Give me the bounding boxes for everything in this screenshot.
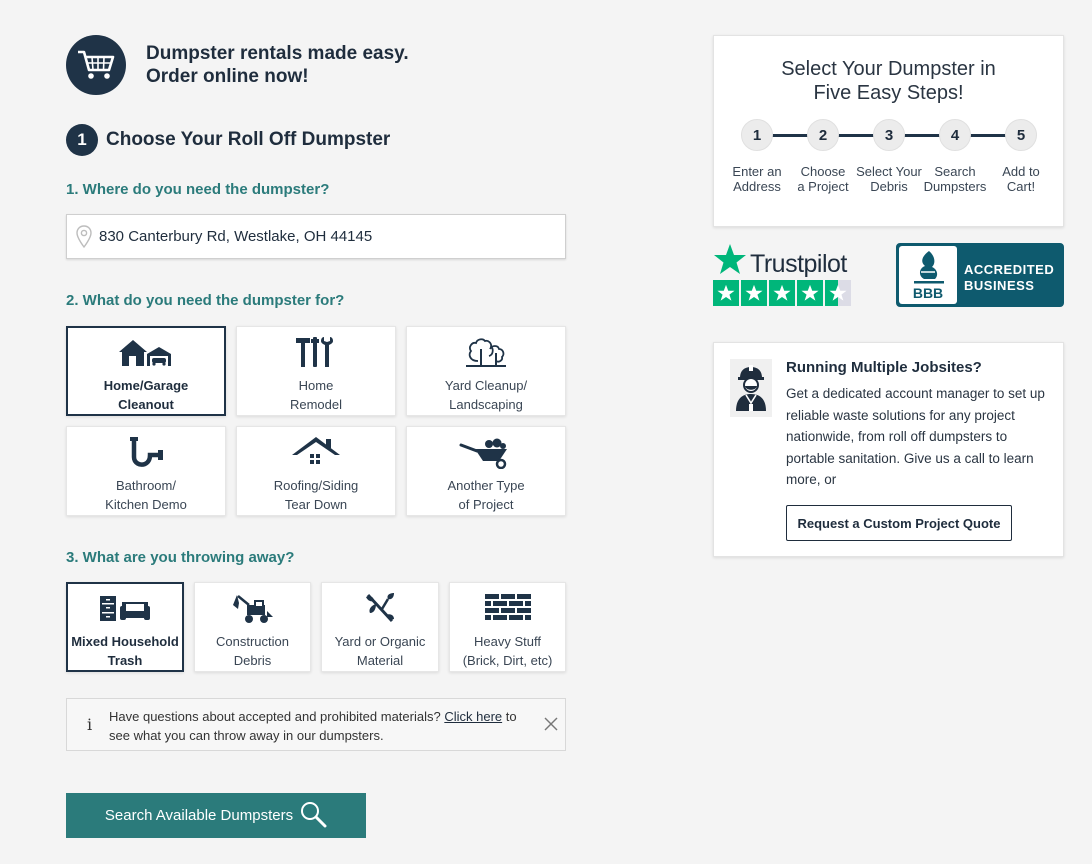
question-where-label: 1. Where do you need the dumpster? (66, 181, 330, 198)
project-tile-yard-cleanup[interactable]: Yard Cleanup/ Landscaping (406, 326, 566, 416)
debris-tile-heavy-stuff[interactable]: Heavy Stuff (Brick, Dirt, etc) (449, 582, 566, 672)
steps-title-line-1: Select Your Dumpster in (781, 58, 996, 80)
step-circle-2: 2 (807, 119, 839, 151)
five-steps-card: Select Your Dumpster in Five Easy Steps!… (713, 35, 1064, 227)
multiple-jobsites-card: Running Multiple Jobsites? Get a dedicat… (713, 342, 1064, 557)
question-what-for-label: 2. What do you need the dumpster for? (66, 292, 345, 309)
steps-title-line-2: Five Easy Steps! (813, 82, 964, 104)
jobs-body: Get a dedicated account manager to set u… (786, 386, 1045, 487)
address-field[interactable] (66, 214, 566, 259)
tile-label: Bathroom/ Kitchen Demo (105, 478, 187, 512)
click-here-link[interactable]: Click here (444, 709, 502, 724)
tile-label: Another Type of Project (447, 478, 525, 512)
tile-label: Home Remodel (289, 378, 343, 412)
project-tile-home-remodel[interactable]: Home Remodel (236, 326, 396, 416)
project-tile-another-type[interactable]: Another Type of Project (406, 426, 566, 516)
star-icon (797, 280, 823, 306)
debris-tile-construction[interactable]: Construction Debris (194, 582, 311, 672)
close-icon[interactable] (544, 717, 558, 731)
shopping-cart-icon (66, 35, 126, 95)
furniture-icon (98, 589, 152, 628)
step-heading: 1 Choose Your Roll Off Dumpster (66, 124, 390, 156)
magnifier-icon (299, 800, 327, 832)
step-label-2: Choose a Project (797, 164, 849, 194)
bbb-logo-icon: BBB (899, 246, 957, 304)
project-tile-home-garage-cleanout[interactable]: Home/Garage Cleanout (66, 326, 226, 416)
step-label-4: Search Dumpsters (923, 164, 987, 194)
step-circle-1: 1 (741, 119, 773, 151)
tile-label: Roofing/Siding Tear Down (273, 478, 359, 512)
step-number-badge: 1 (66, 124, 98, 156)
tile-label: Yard or Organic Material (334, 634, 426, 668)
debris-tile-yard-organic[interactable]: Yard or Organic Material (321, 582, 439, 672)
materials-info-box: i Have questions about accepted and proh… (66, 698, 566, 751)
half-star-icon (825, 280, 851, 306)
tile-label: Mixed Household Trash (71, 634, 179, 668)
address-input[interactable] (99, 228, 539, 245)
project-tile-roofing-siding[interactable]: Roofing/Siding Tear Down (236, 426, 396, 516)
step-label-5: Add to Cart! (1002, 164, 1040, 194)
tile-label: Home/Garage Cleanout (103, 378, 189, 412)
bbb-text: ACCREDITED BUSINESS (964, 262, 1055, 293)
tile-label: Construction Debris (216, 634, 289, 668)
roof-icon (290, 432, 342, 472)
request-custom-quote-button[interactable]: Request a Custom Project Quote (786, 505, 1012, 541)
location-pin-icon (75, 224, 93, 250)
info-text: Have questions about accepted and prohib… (109, 707, 539, 745)
star-icon (741, 280, 767, 306)
step-title: Choose Your Roll Off Dumpster (106, 129, 391, 150)
trustpilot-wordmark: Trustpilot (750, 250, 847, 278)
trustpilot-rating-stars (713, 280, 853, 306)
tools-icon (294, 332, 338, 372)
project-tile-bathroom-kitchen[interactable]: Bathroom/ Kitchen Demo (66, 426, 226, 516)
tile-label: Heavy Stuff (Brick, Dirt, etc) (462, 634, 553, 668)
house-garage-icon (117, 333, 175, 372)
step-circle-4: 4 (939, 119, 971, 151)
bbb-letters: BBB (913, 285, 943, 301)
hero-line-1: Dumpster rentals made easy. (146, 43, 409, 64)
bbb-accredited-badge[interactable]: BBB ACCREDITED BUSINESS (896, 243, 1064, 307)
trees-icon (464, 332, 508, 372)
star-icon (713, 280, 739, 306)
trustpilot-badge[interactable]: Trustpilot (713, 242, 858, 307)
info-icon: i (87, 715, 93, 734)
jobs-title: Running Multiple Jobsites? (786, 359, 982, 376)
brick-wall-icon (483, 588, 533, 628)
pipe-icon (128, 432, 164, 472)
excavator-icon (231, 588, 275, 628)
step-circle-5: 5 (1005, 119, 1037, 151)
star-icon (769, 280, 795, 306)
wheelbarrow-icon (459, 432, 513, 472)
construction-worker-icon (730, 359, 772, 417)
search-available-dumpsters-button[interactable]: Search Available Dumpsters (66, 793, 366, 838)
debris-tile-mixed-household[interactable]: Mixed Household Trash (66, 582, 184, 672)
search-button-label: Search Available Dumpsters (104, 807, 294, 824)
trustpilot-star-icon (713, 243, 747, 280)
hero-tagline: Dumpster rentals made easy. Order online… (146, 42, 409, 88)
info-text-before: Have questions about accepted and prohib… (109, 709, 445, 724)
branch-icon (362, 588, 398, 628)
step-label-3: Select Your Debris (856, 164, 922, 194)
hero-line-2: Order online now! (146, 66, 309, 87)
question-throwing-label: 3. What are you throwing away? (66, 549, 295, 566)
step-circle-3: 3 (873, 119, 905, 151)
step-label-1: Enter an Address (732, 164, 782, 194)
hero: Dumpster rentals made easy. Order online… (66, 35, 409, 95)
tile-label: Yard Cleanup/ Landscaping (444, 378, 528, 412)
steps-title: Select Your Dumpster in Five Easy Steps! (714, 57, 1063, 105)
